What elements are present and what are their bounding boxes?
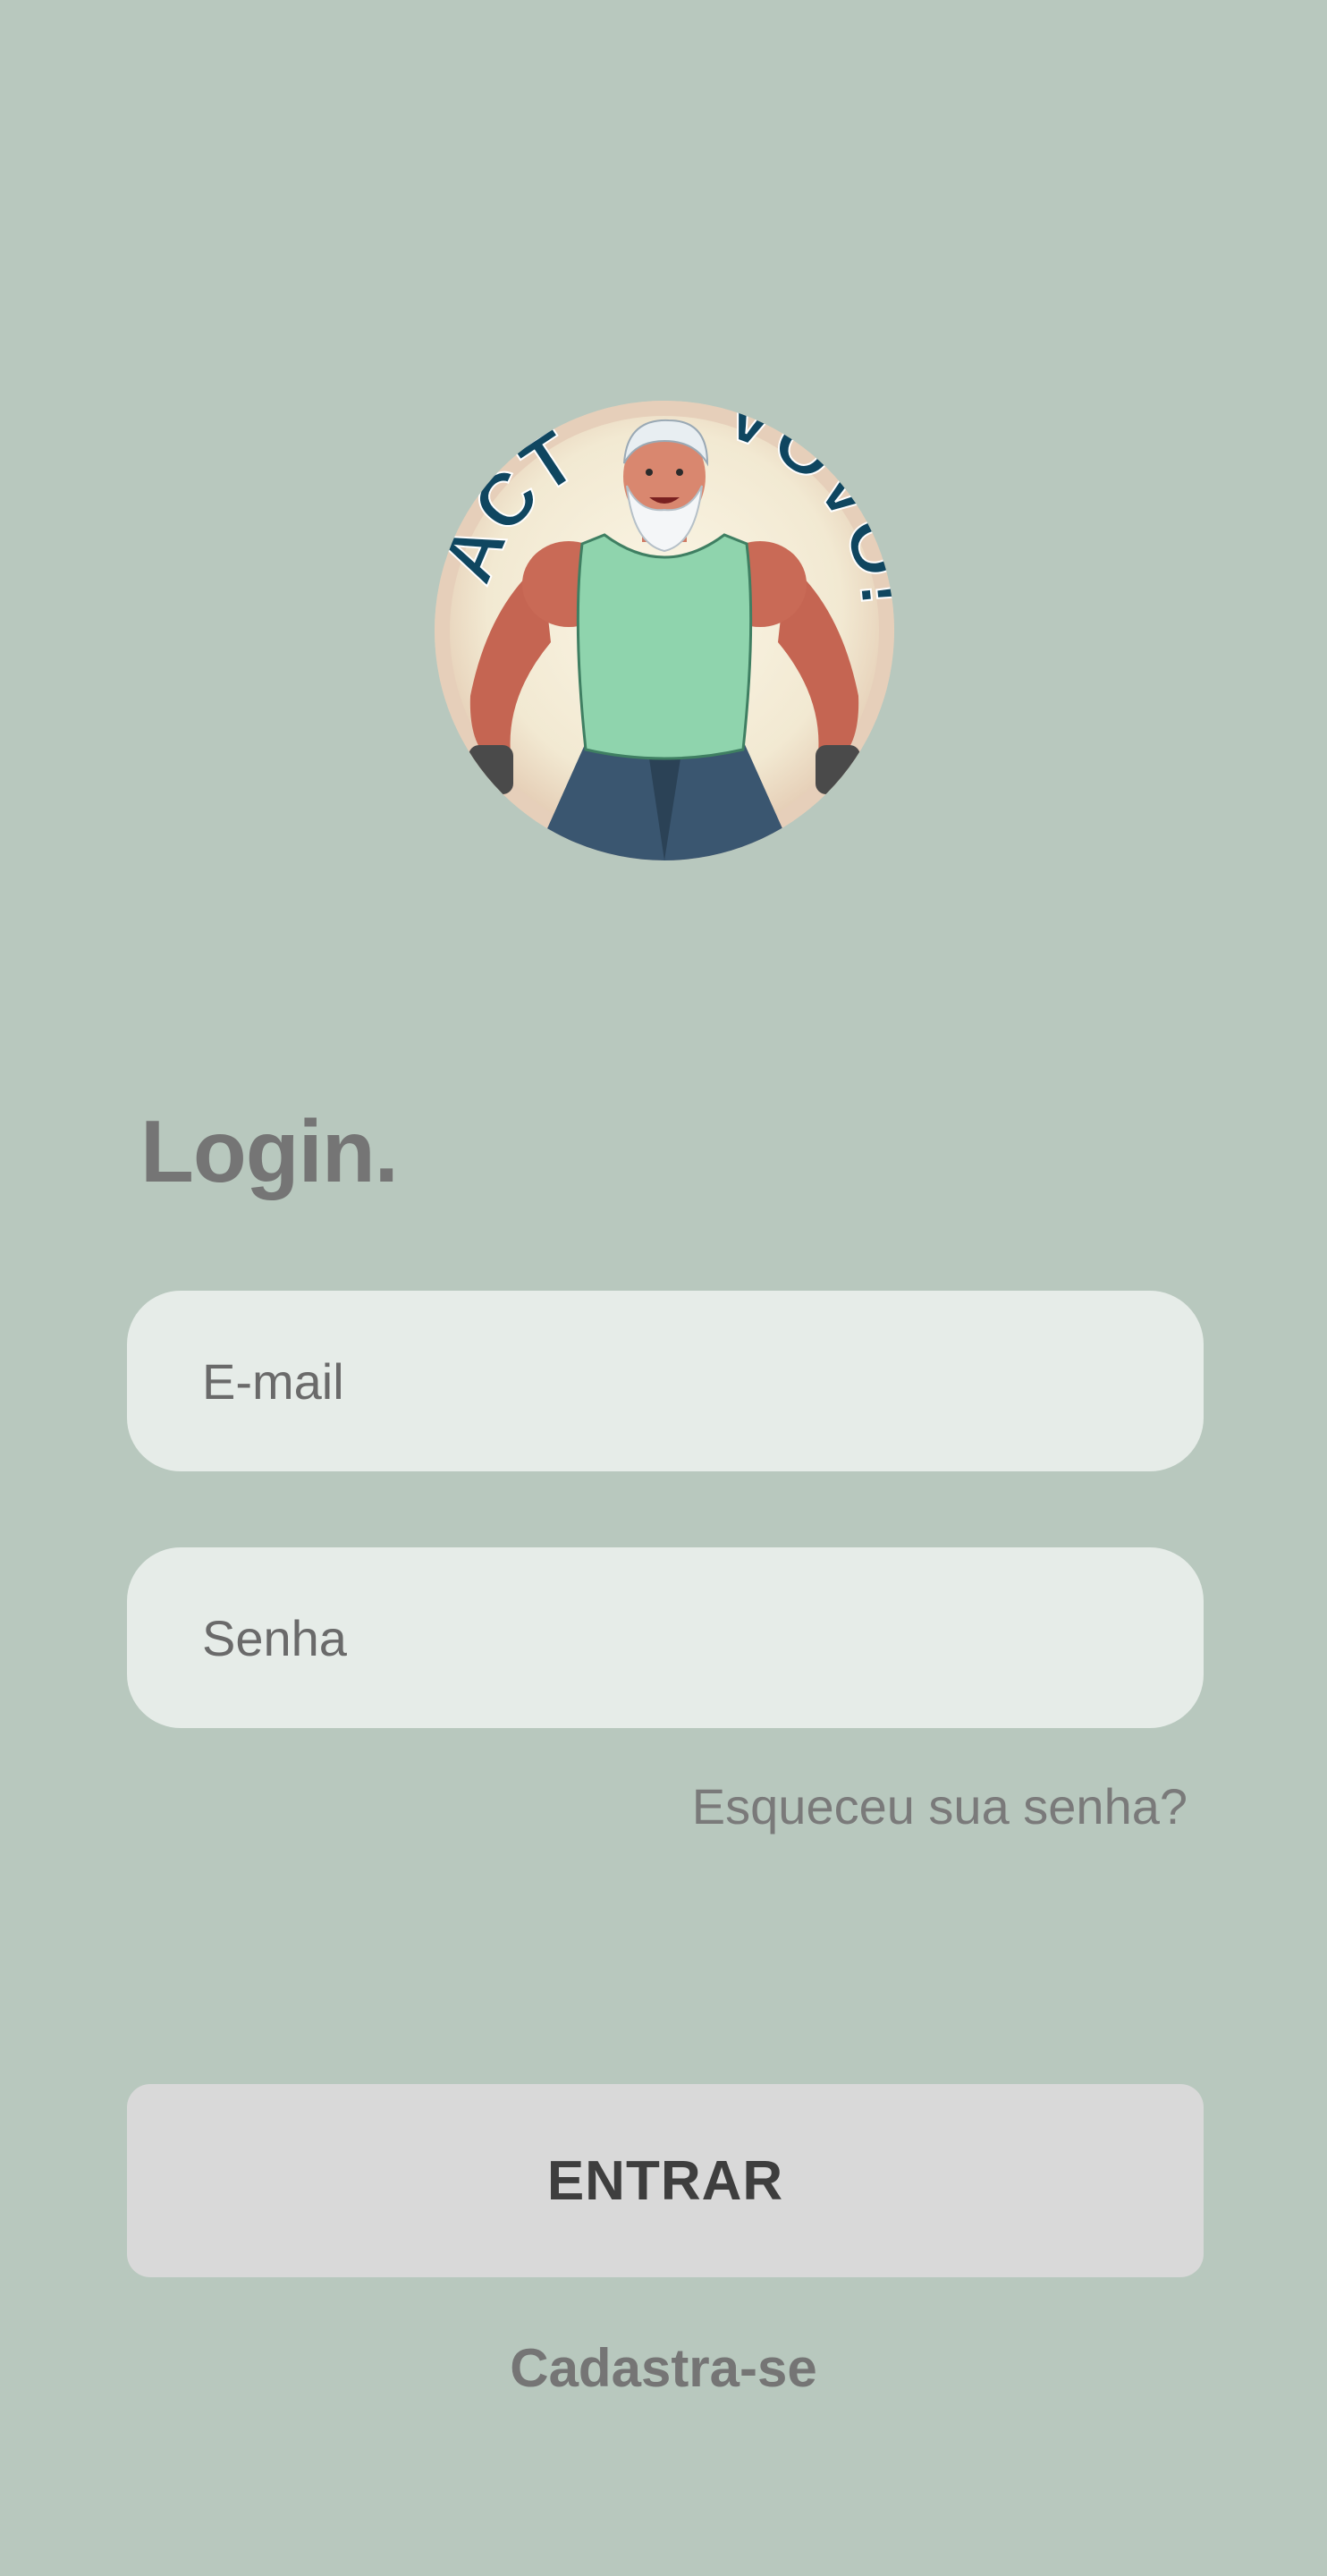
- password-field-container: [127, 1547, 1204, 1728]
- app-logo: ACT VOVÔ!: [435, 401, 894, 860]
- email-input[interactable]: [127, 1291, 1204, 1471]
- forgot-password-link[interactable]: Esqueceu sua senha?: [692, 1782, 1188, 1832]
- signup-link[interactable]: Cadastra-se: [0, 2342, 1327, 2395]
- enter-button[interactable]: ENTRAR: [127, 2084, 1204, 2277]
- page-title: Login.: [140, 1102, 399, 1200]
- email-field-container: [127, 1291, 1204, 1471]
- logo-illustration: ACT VOVÔ!: [435, 401, 894, 860]
- password-input[interactable]: [127, 1547, 1204, 1728]
